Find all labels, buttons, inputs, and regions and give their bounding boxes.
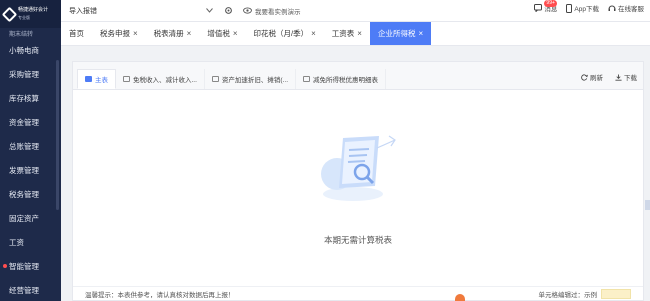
tab-stamp-duty[interactable]: 印花税（月/季） × — [246, 22, 324, 45]
alert-dot-icon — [3, 264, 7, 268]
sidebar-item-funds[interactable]: 资金管理 — [0, 110, 61, 134]
app-window: 畅捷通好会计 专业版 期末结转 小畅电商 采购管理 库存核算 资金管理 总账管理… — [0, 0, 650, 301]
footer-tip: 温馨提示：本表供参考，请认真核对数据后再上报！ — [85, 291, 235, 299]
sidebar: 畅捷通好会计 专业版 期末结转 小畅电商 采购管理 库存核算 资金管理 总账管理… — [0, 0, 61, 301]
sheet-tab-tax-relief[interactable]: 减免所得税优惠明细表 — [296, 69, 387, 89]
sidebar-item-payroll[interactable]: 工资 — [0, 230, 61, 254]
page-tabs: 首页 税务申报 × 税表清册 × 增值税 × 印花税（月/季） × 工资表 × 企业所得税… — [61, 22, 650, 46]
company-select[interactable]: 导入报错 — [69, 4, 217, 18]
document-icon — [123, 76, 130, 82]
brand[interactable]: 畅捷通好会计 专业版 — [0, 0, 61, 28]
close-icon[interactable]: × — [233, 29, 238, 38]
brand-logo-icon — [1, 6, 18, 22]
app-download-button[interactable]: App下载 — [566, 3, 599, 13]
document-icon — [303, 76, 311, 82]
floating-helper-icon[interactable] — [455, 294, 465, 301]
messages-button[interactable]: 消息 99+ — [534, 0, 557, 13]
download-icon — [615, 73, 622, 81]
refresh-icon — [581, 73, 588, 81]
tab-vat[interactable]: 增值税 × — [199, 22, 245, 45]
gear-icon[interactable] — [223, 6, 233, 16]
sheet-tab-depreciation[interactable]: 资产加速折旧、摊销(... — [205, 69, 297, 89]
download-button[interactable]: 下载 — [615, 72, 637, 82]
close-icon[interactable]: × — [357, 29, 362, 38]
sidebar-item-inventory[interactable]: 库存核算 — [0, 86, 61, 110]
chevron-down-icon — [206, 8, 213, 13]
sidebar-nav: 期末结转 小畅电商 采购管理 库存核算 资金管理 总账管理 发票管理 税务管理 … — [0, 28, 61, 301]
sidebar-item-partial[interactable]: 期末结转 — [0, 28, 61, 38]
company-select-value: 导入报错 — [69, 7, 97, 15]
tab-corporate-income-tax[interactable]: 企业所得税 × — [369, 22, 432, 45]
sheet-tabs: 主表 免税收入、减计收入... 资产加速折旧、摊销(... 减免所得税优惠明细表… — [73, 62, 643, 90]
close-icon[interactable]: × — [418, 29, 423, 38]
sidebar-scrollbar[interactable] — [56, 60, 59, 210]
tab-payroll[interactable]: 工资表 × — [324, 22, 370, 45]
sidebar-item-tax[interactable]: 税务管理 — [0, 182, 61, 206]
panel-footer: 温馨提示：本表供参考，请认真核对数据后再上报！ 单元格编辑过：示例 — [73, 286, 643, 300]
close-icon[interactable]: × — [133, 29, 138, 38]
empty-state: 本期无需计算税表 — [73, 90, 643, 280]
sidebar-item-ecommerce[interactable]: 小畅电商 — [0, 38, 61, 62]
empty-document-illustration-icon — [321, 135, 396, 201]
sidebar-item-operations[interactable]: 经营管理 — [0, 278, 61, 301]
tab-tax-register[interactable]: 税表清册 × — [146, 22, 200, 45]
message-icon — [534, 4, 543, 12]
sidebar-item-ledger[interactable]: 总账管理 — [0, 134, 61, 158]
document-icon — [85, 76, 92, 82]
sidebar-item-invoice[interactable]: 发票管理 — [0, 158, 61, 182]
phone-icon — [566, 3, 573, 13]
refresh-button[interactable]: 刷新 — [581, 72, 603, 82]
eye-icon — [243, 7, 252, 14]
empty-state-message: 本期无需计算税表 — [323, 235, 392, 245]
sidebar-item-purchase[interactable]: 采购管理 — [0, 62, 61, 86]
brand-name: 畅捷通好会计 — [18, 7, 49, 13]
close-icon[interactable]: × — [311, 29, 316, 38]
side-float-handle[interactable] — [645, 200, 650, 210]
main-panel: 主表 免税收入、减计收入... 资产加速折旧、摊销(... 减免所得税优惠明细表… — [72, 61, 644, 301]
demo-link[interactable]: 我要看实例演示 — [243, 6, 301, 16]
sidebar-item-smart[interactable]: 智能管理 — [0, 254, 61, 278]
brand-edition: 专业版 — [18, 15, 30, 20]
close-icon[interactable]: × — [187, 29, 192, 38]
sidebar-item-fixed-assets[interactable]: 固定资产 — [0, 206, 61, 230]
headset-icon — [608, 5, 616, 11]
edited-cell-swatch — [601, 288, 631, 299]
sheet-tab-exempt-income[interactable]: 免税收入、减计收入... — [116, 69, 205, 89]
document-icon — [211, 76, 219, 82]
top-bar: 导入报错 我要看实例演示 消息 99+ App下载 在线客服 — [61, 0, 650, 22]
tab-tax-filing[interactable]: 税务申报 × — [92, 22, 146, 45]
tab-home[interactable]: 首页 — [61, 22, 92, 45]
sheet-tab-main[interactable]: 主表 — [77, 69, 116, 89]
edited-cell-legend: 单元格编辑过：示例 — [538, 291, 598, 299]
support-button[interactable]: 在线客服 — [608, 3, 644, 13]
message-count-badge: 99+ — [544, 0, 557, 7]
